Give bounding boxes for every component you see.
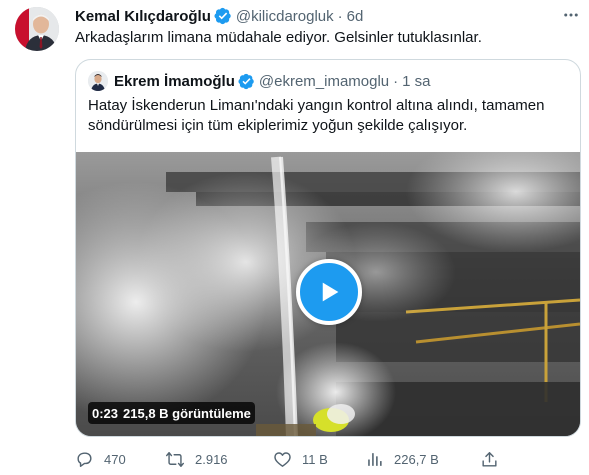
retweet-button[interactable]: 2.916 [165,446,228,472]
video-view-count: 215,8 B görüntüleme [123,405,251,421]
heart-icon [274,451,291,467]
views-button[interactable]: 226,7 B [365,446,439,472]
quoted-verified-badge-icon [238,73,254,89]
video-duration: 0:23 [92,405,119,421]
video-info-badge: 0:23 215,8 B görüntüleme [88,402,255,424]
quoted-author-name[interactable]: Ekrem İmamoğlu [114,73,235,90]
play-icon [322,282,339,302]
author-avatar[interactable] [15,7,59,51]
quoted-author-handle[interactable]: @ekrem_imamoglu [259,73,389,90]
author-avatar-image [15,7,59,51]
share-button[interactable] [480,446,509,472]
quoted-tweet-timestamp[interactable]: 1 sa [402,73,430,90]
reply-icon [77,451,92,467]
retweet-icon [165,451,185,467]
tweet-header: Kemal Kılıçdaroğlu @kilicdarogluk · 6d [75,6,363,26]
quoted-tweet[interactable]: Ekrem İmamoğlu @ekrem_imamoglu · 1 sa Ha… [75,59,581,437]
quoted-tweet-header: Ekrem İmamoğlu @ekrem_imamoglu · 1 sa [114,71,431,91]
play-button[interactable] [296,259,362,325]
like-button[interactable]: 11 B [273,446,328,472]
more-options-button[interactable] [560,6,582,24]
tweet[interactable]: Kemal Kılıçdaroğlu @kilicdarogluk · 6d A… [0,0,589,475]
author-handle[interactable]: @kilicdarogluk [236,8,334,25]
reply-button[interactable]: 470 [75,446,126,472]
quoted-author-avatar[interactable] [88,71,108,91]
verified-badge-icon [214,7,231,25]
quoted-tweet-text: Hatay İskenderun Limanı'ndaki yangın kon… [88,97,545,134]
retweet-count: 2.916 [195,451,228,467]
quoted-separator-dot: · [393,72,399,90]
view-count: 226,7 B [394,451,439,467]
video-player[interactable]: 0:23 215,8 B görüntüleme [76,152,580,436]
author-name[interactable]: Kemal Kılıçdaroğlu [75,8,211,25]
quoted-author-avatar-image [88,71,108,91]
tweet-actions: 470 2.916 11 B 226,7 B [75,446,505,472]
like-count: 11 B [302,451,328,467]
separator-dot: · [337,7,343,25]
more-dots-icon [564,13,578,17]
share-icon [482,451,497,467]
analytics-icon [368,452,382,466]
tweet-timestamp[interactable]: 6d [347,8,364,25]
tweet-text: Arkadaşlarım limana müdahale ediyor. Gel… [75,29,482,46]
reply-count: 470 [104,451,126,467]
